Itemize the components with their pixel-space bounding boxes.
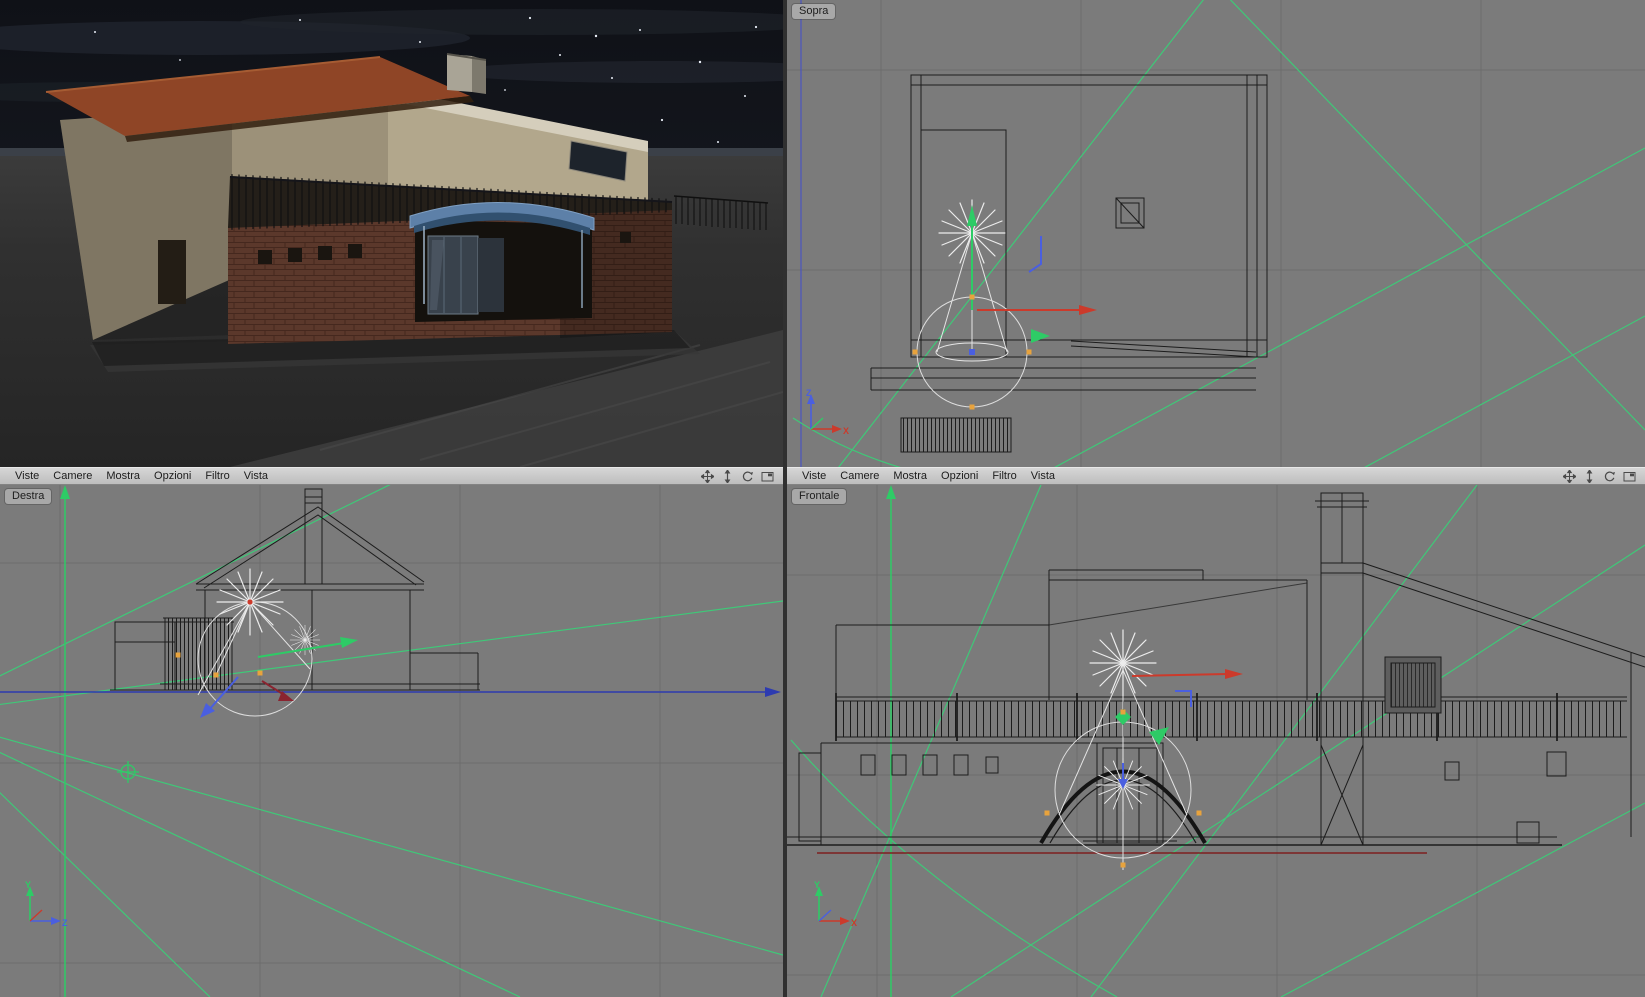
menu-vista[interactable]: Vista <box>237 468 275 484</box>
axis-label-vertical: Z <box>806 388 812 398</box>
axis-label-horizontal: Z <box>62 918 68 928</box>
axis-label-vertical: Y <box>25 880 31 890</box>
viewport-top[interactable]: Sopra Z X <box>787 0 1645 467</box>
rotate-icon[interactable] <box>741 470 754 483</box>
pan-icon[interactable] <box>1563 469 1576 483</box>
menu-vista[interactable]: Vista <box>1024 468 1062 484</box>
viewport-label-right: Destra <box>5 489 52 504</box>
viewport-label-top: Sopra <box>792 4 836 19</box>
menu-opzioni[interactable]: Opzioni <box>934 468 985 484</box>
viewport-perspective[interactable] <box>0 0 783 467</box>
axis-label-vertical: Y <box>814 880 820 890</box>
top-wireframe-drawing <box>787 0 1645 467</box>
zoom-icon[interactable] <box>721 469 734 483</box>
viewport-menubar-right: Viste Camere Mostra Opzioni Filtro Vista <box>787 467 1645 485</box>
menu-viste[interactable]: Viste <box>8 468 46 484</box>
axis-triad-front: Y X <box>814 880 857 928</box>
front-wireframe-drawing <box>787 485 1645 997</box>
app-window: Sopra Z X Viste Camere Mostra Opzioni Fi… <box>0 0 1645 997</box>
menu-mostra[interactable]: Mostra <box>886 468 934 484</box>
axis-label-horizontal: X <box>843 426 849 436</box>
viewport-front[interactable]: Frontale Y X <box>787 485 1645 997</box>
viewport-right[interactable]: Destra Y Z <box>0 485 783 997</box>
rotate-icon[interactable] <box>1603 470 1616 483</box>
zoom-icon[interactable] <box>1583 469 1596 483</box>
viewport-menubar-left: Viste Camere Mostra Opzioni Filtro Vista <box>0 467 783 485</box>
menu-camere[interactable]: Camere <box>46 468 99 484</box>
right-wireframe-drawing <box>0 485 783 997</box>
pan-icon[interactable] <box>701 469 714 483</box>
layout-toggle-icon[interactable] <box>1623 470 1636 483</box>
layout-toggle-icon[interactable] <box>761 470 774 483</box>
menu-filtro[interactable]: Filtro <box>198 468 236 484</box>
perspective-render <box>0 0 783 467</box>
axis-triad-top: Z X <box>806 388 849 436</box>
menu-viste[interactable]: Viste <box>795 468 833 484</box>
axis-triad-right: Y Z <box>25 880 68 928</box>
menu-filtro[interactable]: Filtro <box>985 468 1023 484</box>
viewport-label-front: Frontale <box>792 489 847 504</box>
menu-opzioni[interactable]: Opzioni <box>147 468 198 484</box>
menu-camere[interactable]: Camere <box>833 468 886 484</box>
menu-mostra[interactable]: Mostra <box>99 468 147 484</box>
axis-label-horizontal: X <box>851 918 857 928</box>
